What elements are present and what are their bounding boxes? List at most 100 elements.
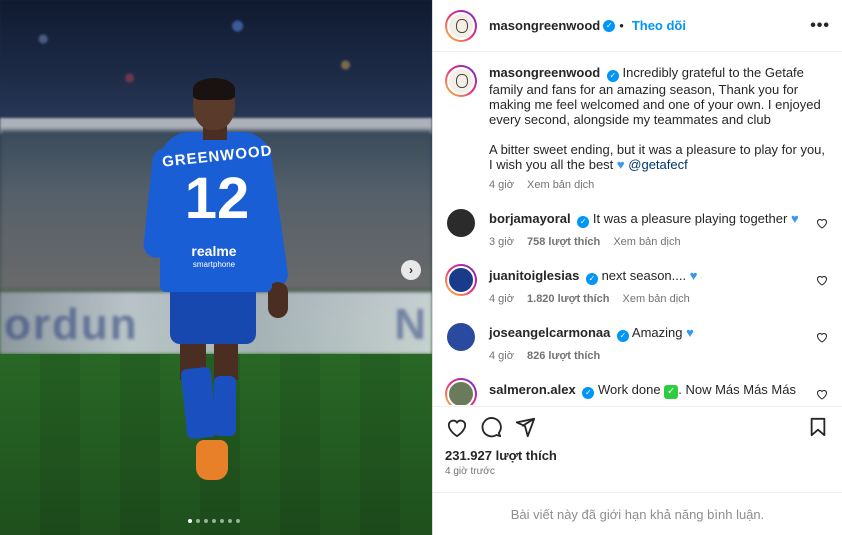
comment-avatar[interactable]	[445, 321, 477, 353]
comment-avatar-inner	[447, 380, 475, 405]
comment-body: joseangelcarmonaa ✓ Amazing ♥ 4 giờ 826 …	[489, 321, 830, 364]
verified-icon: ✓	[582, 387, 595, 399]
caption: masongreenwood ✓ Incredibly grateful to …	[445, 65, 830, 193]
heart-icon	[447, 419, 467, 437]
caption-translate-link[interactable]: Xem bản dịch	[527, 179, 594, 191]
comment-line: salmeron.alex ✓ Work done ✓. Now Más Más…	[489, 382, 830, 399]
comment-text: It was a pleasure playing together	[592, 211, 788, 226]
share-button[interactable]	[513, 415, 537, 439]
follow-button[interactable]: Theo dõi	[632, 18, 686, 33]
shirt-sponsor-name: realme	[191, 243, 237, 259]
caption-meta: 4 giờ Xem bản dịch	[489, 178, 830, 193]
comment-line: joseangelcarmonaa ✓ Amazing ♥	[489, 325, 830, 342]
comment-translate-link[interactable]: Xem bản dịch	[613, 236, 680, 248]
caption-avatar-inner	[447, 67, 475, 95]
caption-body: masongreenwood ✓ Incredibly grateful to …	[489, 65, 830, 193]
check-emoji-icon: ✓	[664, 385, 679, 399]
comment-username[interactable]: salmeron.alex	[489, 382, 576, 397]
comment-line: borjamayoral ✓ It was a pleasure playing…	[489, 211, 830, 228]
comment-meta: 3 giờ 758 lượt thích Xem bản dịch	[489, 234, 830, 250]
post-time: 4 giờ trước	[445, 466, 495, 477]
avatar-sketch-icon	[449, 13, 473, 38]
comment-button[interactable]	[479, 415, 503, 439]
shirt-sponsor-sub: smartphone	[192, 260, 236, 269]
like-button[interactable]	[445, 415, 469, 439]
player-sock-left	[180, 366, 218, 440]
like-count[interactable]: 231.927 lượt thích	[445, 448, 557, 463]
caption-paragraph-1: masongreenwood ✓ Incredibly grateful to …	[489, 65, 830, 127]
share-icon	[515, 417, 536, 437]
comment-avatar-inner	[445, 321, 477, 353]
verified-icon: ✓	[617, 330, 630, 342]
blue-heart-emoji-icon: ♥	[616, 157, 625, 172]
heart-icon[interactable]	[816, 388, 828, 400]
comment-likes[interactable]: 1.820 lượt thích	[527, 293, 609, 305]
comment-row: borjamayoral ✓ It was a pleasure playing…	[445, 207, 830, 250]
verified-icon: ✓	[606, 70, 619, 82]
comment-username[interactable]: borjamayoral	[489, 211, 571, 226]
comment-time: 3 giờ	[489, 236, 514, 248]
author-username[interactable]: masongreenwood	[489, 18, 600, 33]
save-button[interactable]	[806, 415, 830, 439]
comment-likes[interactable]: 826 lượt thích	[527, 350, 600, 362]
carousel-dot	[204, 519, 208, 523]
comment-text: Amazing	[631, 325, 683, 340]
comment-icon	[481, 416, 502, 437]
post-photo[interactable]: ordun N GREENWOOD 12 realme smartphone ›	[0, 0, 432, 535]
author-avatar[interactable]	[445, 9, 477, 42]
comment-text: next season....	[601, 268, 687, 283]
comment-translate-link[interactable]: Xem bản dịch	[623, 293, 690, 305]
comment-avatar[interactable]	[445, 264, 477, 296]
comment-username[interactable]: joseangelcarmonaa	[489, 325, 610, 340]
caption-username[interactable]: masongreenwood	[489, 65, 600, 80]
heart-icon[interactable]	[816, 274, 828, 286]
verified-icon: ✓	[577, 216, 590, 228]
carousel-dots	[188, 519, 240, 523]
comment-text-2: . Now Más Más Más	[678, 382, 796, 397]
comment-avatar-inner	[447, 266, 475, 294]
comment-row: salmeron.alex ✓ Work done ✓. Now Más Más…	[445, 378, 830, 405]
post-detail-panel: masongreenwood ✓ • Theo dõi ••• masongre…	[432, 0, 842, 535]
player-boot	[196, 440, 228, 480]
shirt-number: 12	[184, 166, 250, 231]
player-sock-right	[214, 376, 236, 436]
comment-avatar-inner	[445, 207, 477, 239]
blue-heart-emoji-icon: ♥	[790, 211, 799, 226]
comment-line: juanitoiglesias ✓ next season.... ♥	[489, 268, 830, 285]
comment-body: borjamayoral ✓ It was a pleasure playing…	[489, 207, 830, 250]
comment-row: juanitoiglesias ✓ next season.... ♥ 4 gi…	[445, 264, 830, 307]
carousel-dot	[236, 519, 240, 523]
player-shorts	[170, 288, 256, 344]
verified-icon: ✓	[603, 19, 616, 32]
comment-thread: borjamayoral ✓ It was a pleasure playing…	[445, 207, 830, 405]
separator-dot: •	[619, 18, 624, 33]
carousel-dot	[220, 519, 224, 523]
caption-paragraph-2: A bitter sweet ending, but it was a plea…	[489, 142, 830, 172]
bookmark-icon	[810, 417, 826, 436]
carousel-dot	[212, 519, 216, 523]
caption-time: 4 giờ	[489, 179, 514, 191]
carousel-dot	[228, 519, 232, 523]
more-icon[interactable]: •••	[810, 17, 830, 35]
carousel-dot	[196, 519, 200, 523]
comment-likes[interactable]: 758 lượt thích	[527, 236, 600, 248]
post-header: masongreenwood ✓ • Theo dõi •••	[433, 0, 842, 52]
comment-username[interactable]: juanitoiglesias	[489, 268, 579, 283]
action-bar	[433, 406, 842, 446]
comments-list[interactable]: masongreenwood ✓ Incredibly grateful to …	[433, 53, 842, 405]
heart-icon[interactable]	[816, 331, 828, 343]
comment-body: salmeron.alex ✓ Work done ✓. Now Más Más…	[489, 378, 830, 405]
blue-heart-emoji-icon: ♥	[686, 325, 694, 340]
caption-mention-link[interactable]: @getafecf	[628, 157, 687, 172]
player-hair	[193, 78, 235, 100]
comment-time: 4 giờ	[489, 350, 514, 362]
comment-meta: 4 giờ 826 lượt thích	[489, 348, 830, 364]
comment-avatar[interactable]	[445, 207, 477, 239]
carousel-dot	[188, 519, 192, 523]
heart-icon[interactable]	[816, 217, 828, 229]
caption-avatar[interactable]	[445, 65, 477, 97]
comment-avatar[interactable]	[445, 378, 477, 405]
carousel-next-button[interactable]: ›	[401, 260, 421, 280]
avatar-sketch-icon	[449, 69, 473, 93]
comments-limited-notice: Bài viết này đã giới hạn khả năng bình l…	[433, 492, 842, 535]
